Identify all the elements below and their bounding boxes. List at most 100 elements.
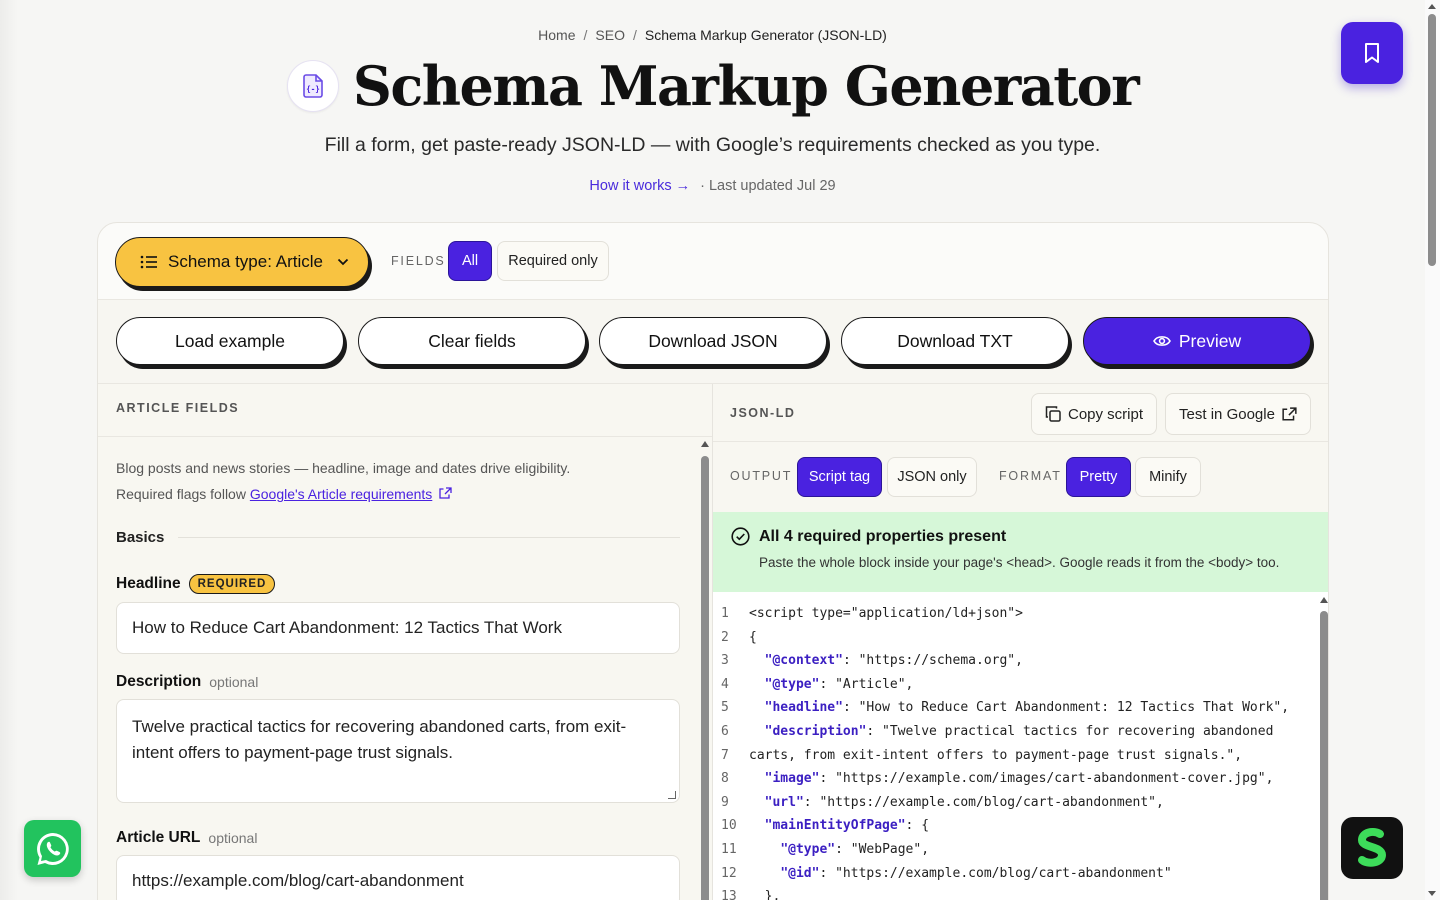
code-text-part: <script type="application/ld+json"> [749,606,1023,621]
status-subtext: Paste the whole block inside your page's… [759,555,1280,570]
line-number: 5 [721,700,729,716]
download-txt-button[interactable]: Download TXT [841,317,1069,365]
download-json-button[interactable]: Download JSON [599,317,827,365]
fields-scrollbar[interactable] [700,438,710,900]
code-text-part: : "https://example.com/blog/cart-abandon… [819,865,1172,881]
code-line: 6 "description": "Twelve practical tacti… [713,724,1318,748]
validation-status: All 4 required properties present Paste … [713,512,1328,592]
format-label: FORMAT [999,469,1062,483]
code-text-part: : "Article", [819,676,914,692]
code-line: 9 "url": "https://example.com/blog/cart-… [713,795,1318,819]
line-number: 8 [721,771,729,787]
brand-s-button[interactable] [1341,817,1403,879]
meta-row: How it works → · Last updated Jul 29 [0,178,1425,194]
code-text-part: carts, from exit-intent offers to paymen… [749,747,1243,763]
optional-tag: optional [208,830,258,846]
line-number: 7 [721,747,729,763]
fields-label: FIELDS [391,254,446,268]
code-key: "headline" [764,700,843,716]
line-number: 9 [721,794,729,810]
clear-fields-button[interactable]: Clear fields [358,317,586,365]
article-url-input[interactable]: https://example.com/blog/cart-abandonmen… [116,855,680,900]
bookmark-button[interactable] [1341,22,1403,84]
code-line: 13 }, [713,889,1318,900]
code-text: }, [749,889,781,900]
code-text: "mainEntityOfPage": { [749,818,929,842]
scroll-up-arrow-icon[interactable] [1428,4,1436,9]
code-text-part [749,700,765,715]
whatsapp-button[interactable] [24,820,81,877]
code-text: "url": "https://example.com/blog/cart-ab… [749,795,1164,819]
how-it-works-link[interactable]: How it works → [589,178,690,194]
code-lines: 1 <script type="application/ld+json"> 2{3 … [713,606,1318,900]
copy-script-button[interactable]: Copy script [1031,393,1157,435]
external-link-icon [1282,406,1297,420]
fields-required-toggle[interactable]: Required only [497,241,609,281]
fields-scrollbar-thumb[interactable] [701,456,709,900]
intro-prefix: Required flags follow [116,486,246,502]
code-line: 2{ [713,630,1318,654]
google-requirements-link[interactable]: Google's Article requirements [250,486,432,502]
breadcrumb: Home / SEO / Schema Markup Generator (JSON-L… [0,27,1425,43]
page-scrollbar[interactable] [1425,0,1440,900]
load-example-button[interactable]: Load example [116,317,344,365]
breadcrumb-seo[interactable]: SEO [595,27,625,43]
line-number: 3 [721,653,729,669]
json-ld-panel: JSON-LD Copy script Test in Google OUTPU… [713,384,1328,900]
code-text: "@type": "Article", [749,676,914,701]
code-text: carts, from exit-intent offers to paymen… [749,748,1242,772]
eye-icon [1152,336,1171,346]
status-title-text: All 4 required properties present [759,527,1007,545]
code-scrollbar[interactable] [1318,592,1328,900]
code-text-part [749,818,765,833]
line-number: 10 [721,818,737,834]
code-output[interactable]: 1 <script type="application/ld+json"> 2{3 … [713,592,1318,900]
line-number: 6 [721,723,729,739]
code-text-part: : "WebPage", [835,841,930,857]
code-text: { [749,630,757,654]
breadcrumb-home[interactable]: Home [538,27,575,43]
code-text-part [749,842,780,857]
schema-type-select[interactable]: Schema type: Article [115,237,369,287]
line-number: 12 [721,865,737,881]
article-fields-body: Blog posts and news stories — headline, … [98,438,698,900]
article-fields-heading: ARTICLE FIELDS [98,384,712,437]
status-title: All 4 required properties present [731,527,1328,546]
format-minify-toggle[interactable]: Minify [1135,457,1201,497]
code-text-part [749,771,765,786]
code-line: 1 <script type="application/ld+json"> [713,606,1318,630]
code-scrollbar-thumb[interactable] [1320,611,1328,900]
bookmark-icon [1365,43,1379,63]
section-basics: Basics [116,529,680,546]
optional-tag: optional [209,674,259,690]
scroll-up-arrow-icon[interactable] [1320,597,1328,603]
output-json-only-toggle[interactable]: JSON only [887,457,977,497]
format-pretty-toggle[interactable]: Pretty [1066,457,1131,497]
line-number: 13 [721,889,737,900]
fields-all-toggle[interactable]: All [448,241,492,281]
code-line: 5 "headline": "How to Reduce Cart Abando… [713,700,1318,724]
code-text-part: : { [905,818,930,834]
description-value: Twelve practical tactics for recovering … [132,717,627,762]
scroll-up-arrow-icon[interactable] [701,441,709,447]
code-line: 11 "@type": "WebPage", [713,842,1318,866]
preview-button[interactable]: Preview [1083,317,1311,365]
check-circle-icon [731,527,750,546]
description-textarea[interactable]: Twelve practical tactics for recovering … [116,699,680,803]
code-text-part [749,795,765,810]
scrollbar-thumb[interactable] [1428,14,1436,266]
line-number: 2 [721,629,729,645]
line-number: 11 [721,841,737,857]
line-number: 1 [721,606,729,621]
headline-input[interactable]: How to Reduce Cart Abandonment: 12 Tacti… [116,602,680,654]
test-in-google-label: Test in Google [1179,405,1275,423]
scroll-down-arrow-icon[interactable] [1428,891,1436,896]
resize-handle-icon[interactable] [668,791,676,799]
title-row: {-} Schema Markup Generator [0,54,1425,118]
output-script-tag-toggle[interactable]: Script tag [797,457,882,497]
code-text-part [749,866,780,881]
fields-intro: Blog posts and news stories — headline, … [116,455,680,507]
test-in-google-button[interactable]: Test in Google [1165,393,1311,435]
copy-script-label: Copy script [1067,405,1144,423]
document-code-icon: {-} [286,60,339,112]
